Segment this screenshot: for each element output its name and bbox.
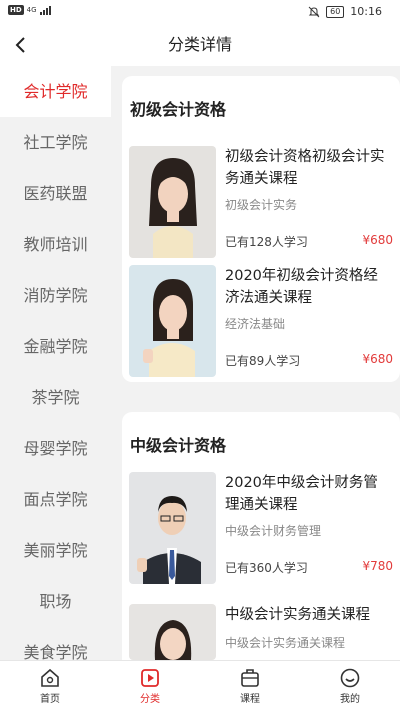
chevron-left-icon [15, 37, 25, 53]
tab-home[interactable]: 首页 [10, 661, 90, 711]
course-card[interactable]: 中级会计实务通关课程 中级会计实务通关课程 [129, 604, 394, 660]
tab-profile[interactable]: 我的 [310, 661, 390, 711]
status-time: 10:16 [350, 5, 382, 18]
profile-icon [340, 668, 360, 688]
instructor-photo-icon [129, 265, 216, 377]
section-card: 中级会计资格 2020年中级会计财务管理通关课程 中级会计财务管理 已有360人… [122, 412, 400, 660]
battery-level: 60 [330, 6, 341, 16]
section-card: 初级会计资格 初级会计资格初级会计实务通关课程 初级会计实务 已有128人学习 … [122, 76, 400, 382]
instructor-photo-icon [129, 146, 216, 258]
section-title: 中级会计资格 [130, 436, 227, 455]
course-subtitle: 中级会计实务通关课程 [225, 636, 346, 650]
tab-label: 课程 [240, 694, 260, 705]
course-title: 中级会计实务通关课程 [225, 607, 370, 623]
sidebar-item-pastry[interactable]: 面点学院 [0, 474, 111, 525]
course-icon [241, 669, 259, 687]
course-thumbnail [129, 265, 216, 377]
tab-label: 分类 [140, 694, 160, 705]
sidebar-item-tea[interactable]: 茶学院 [0, 372, 111, 423]
course-card[interactable]: 初级会计资格初级会计实务通关课程 初级会计实务 已有128人学习 ¥680 [129, 146, 394, 260]
course-subtitle: 初级会计实务 [225, 198, 298, 212]
instructor-photo-icon [129, 604, 216, 660]
category-sidebar: 会计学院 社工学院 医药联盟 教师培训 消防学院 金融学院 茶学院 母婴学院 面… [0, 66, 111, 660]
nav-bar: 分类详情 [0, 24, 400, 66]
status-bar: HD 4G 60 10:16 [0, 0, 400, 24]
course-title: 初级会计资格初级会计实务通关课程 [225, 149, 385, 187]
student-count: 已有360人学习 [225, 561, 308, 575]
course-title: 2020年初级会计资格经济法通关课程 [225, 268, 378, 306]
course-subtitle: 中级会计财务管理 [225, 524, 322, 538]
status-right: 60 10:16 [308, 5, 382, 18]
course-content: 初级会计资格 初级会计资格初级会计实务通关课程 初级会计实务 已有128人学习 … [111, 66, 400, 660]
sidebar-item-teacher-training[interactable]: 教师培训 [0, 219, 111, 270]
course-thumbnail [129, 146, 216, 258]
course-price: ¥680 [362, 352, 393, 366]
tab-label: 首页 [40, 694, 60, 705]
sidebar-item-accounting[interactable]: 会计学院 [0, 66, 111, 117]
tab-course[interactable]: 课程 [210, 661, 290, 711]
sidebar-item-workplace[interactable]: 职场 [0, 576, 111, 627]
sidebar-item-maternal[interactable]: 母婴学院 [0, 423, 111, 474]
carrier-badge: HD [8, 5, 24, 15]
sidebar-item-finance[interactable]: 金融学院 [0, 321, 111, 372]
student-count: 已有89人学习 [225, 354, 301, 368]
category-icon [141, 669, 159, 687]
course-price: ¥780 [362, 559, 393, 573]
signal-icon [39, 5, 51, 15]
page-title: 分类详情 [167, 35, 232, 54]
instructor-photo-icon [129, 472, 216, 584]
course-card[interactable]: 2020年中级会计财务管理通关课程 中级会计财务管理 已有360人学习 ¥780 [129, 472, 394, 586]
sidebar-item-medicine[interactable]: 医药联盟 [0, 168, 111, 219]
battery-icon: 60 [326, 5, 345, 18]
tab-category[interactable]: 分类 [110, 661, 190, 711]
sidebar-item-social-work[interactable]: 社工学院 [0, 117, 111, 168]
bottom-tab-bar: 首页 分类 课程 我的 [0, 660, 400, 711]
course-card[interactable]: 2020年初级会计资格经济法通关课程 经济法基础 已有89人学习 ¥680 [129, 265, 394, 379]
section-title: 初级会计资格 [130, 100, 227, 119]
status-left: HD 4G [8, 5, 51, 15]
course-thumbnail [129, 604, 216, 660]
course-subtitle: 经济法基础 [225, 317, 286, 331]
sidebar-item-food[interactable]: 美食学院 [0, 627, 111, 660]
student-count: 已有128人学习 [225, 235, 308, 249]
sidebar-item-beauty[interactable]: 美丽学院 [0, 525, 111, 576]
network-label: 4G [26, 6, 37, 14]
sidebar-item-fire-safety[interactable]: 消防学院 [0, 270, 111, 321]
course-title: 2020年中级会计财务管理通关课程 [225, 475, 378, 513]
mute-icon [308, 6, 320, 17]
course-price: ¥680 [362, 233, 393, 247]
home-icon [41, 668, 59, 687]
tab-label: 我的 [340, 694, 360, 705]
back-button[interactable] [10, 32, 34, 58]
course-thumbnail [129, 472, 216, 584]
